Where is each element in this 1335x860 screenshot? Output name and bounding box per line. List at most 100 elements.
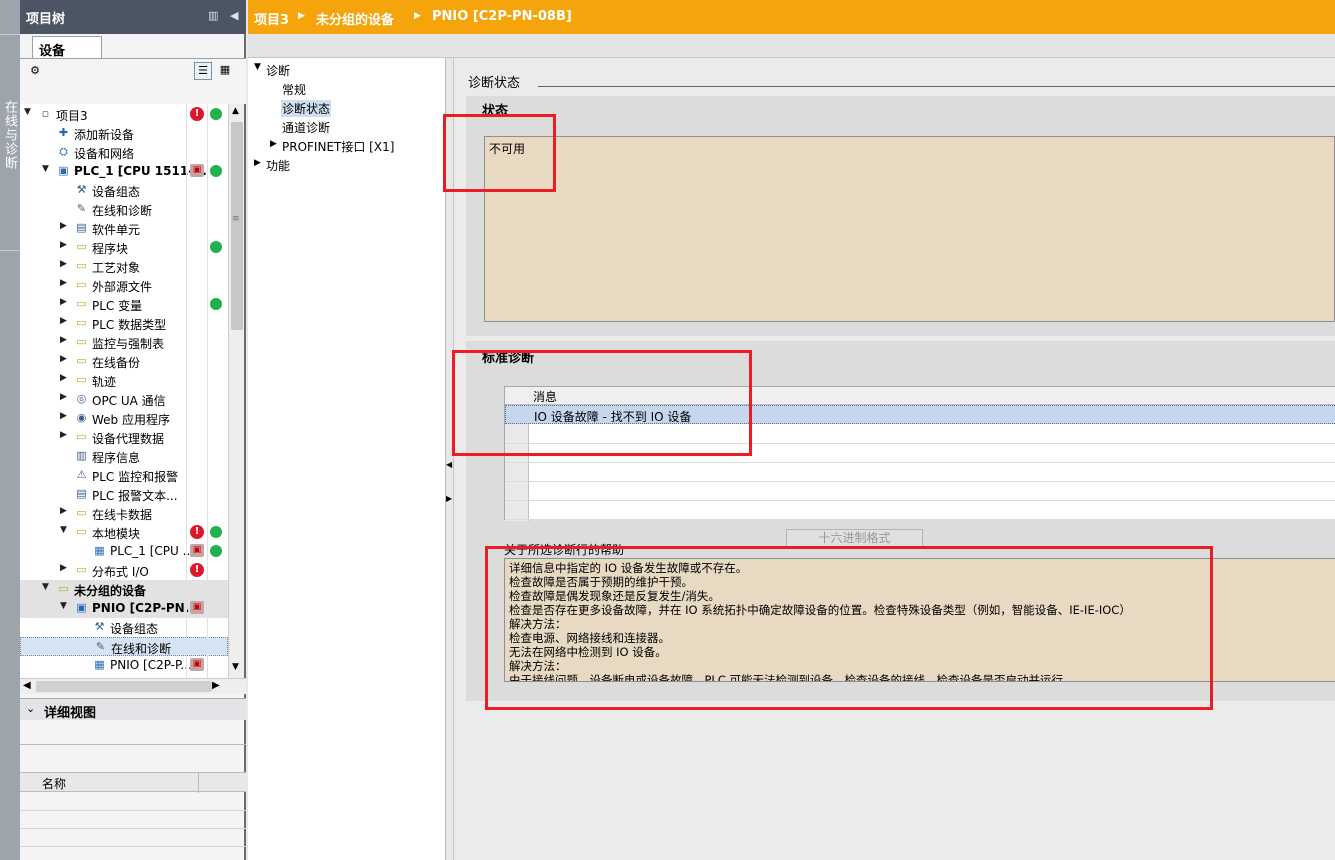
- scroll-up-icon[interactable]: ▲: [232, 106, 239, 116]
- nav-profinet[interactable]: PROFINET接口 [X1]: [282, 138, 394, 155]
- chevron-down-icon[interactable]: ▼: [60, 525, 67, 535]
- chevron-right-icon[interactable]: ▶: [60, 221, 67, 231]
- tree-item[interactable]: ▶ ▭ 工艺对象: [20, 257, 228, 276]
- project-tree-header: 项目树 ▥ ◀: [20, 0, 246, 34]
- folder-icon: ▭: [76, 506, 87, 519]
- tab-devices[interactable]: 设备: [32, 36, 102, 59]
- chevron-right-icon[interactable]: ▶: [60, 297, 67, 307]
- table-row[interactable]: [505, 463, 1335, 482]
- nav-diagnostics[interactable]: 诊断: [266, 62, 290, 79]
- ok-status-icon: [210, 526, 222, 538]
- scroll-left-icon[interactable]: ◀: [23, 680, 31, 691]
- tree-item[interactable]: ▼ ▫ 项目3!: [20, 105, 228, 124]
- chevron-down-icon[interactable]: ▼: [254, 62, 261, 72]
- tree-item[interactable]: ▼ ▣ PLC_1 [CPU 1511-... ▣: [20, 162, 228, 181]
- tree-item[interactable]: ▶ ▭ 分布式 I/O!: [20, 561, 228, 580]
- diagnostics-nav: ▼ 诊断 常规 诊断状态 通道诊断 ▶ PROFINET接口 [X1] ▶ 功能: [248, 58, 446, 860]
- chevron-right-icon[interactable]: ▶: [60, 240, 67, 250]
- tree-item-label: 设备代理数据: [92, 432, 165, 446]
- detail-view-header[interactable]: ⌄ 详细视图: [20, 698, 246, 721]
- tree-view-icon[interactable]: ▦: [216, 62, 234, 80]
- tree-item[interactable]: ▼ ▣ PNIO [C2P-PN... ▣: [20, 599, 228, 618]
- collapse-panel-icon[interactable]: ◀: [230, 9, 238, 22]
- side-strip: 在线与诊断: [0, 0, 20, 860]
- tree-item[interactable]: ▶ ▭ 监控与强制表: [20, 333, 228, 352]
- breadcrumb-device[interactable]: PNIO [C2P-PN-08B]: [432, 9, 572, 24]
- chevron-right-icon[interactable]: ▶: [60, 316, 67, 326]
- tree-item[interactable]: ▦ PLC_1 [CPU ... ▣: [20, 542, 228, 561]
- tree-item[interactable]: ▶ ▭ 轨迹: [20, 371, 228, 390]
- add-device-icon: ✚: [58, 126, 69, 139]
- detail-view-toolbar: [20, 744, 246, 772]
- nav-channel-diag[interactable]: 通道诊断: [282, 119, 330, 136]
- project-tree-title: 项目树: [26, 12, 66, 27]
- chevron-right-icon[interactable]: ▶: [60, 335, 67, 345]
- panel-layout-icon[interactable]: ▥: [208, 9, 218, 22]
- nav-functions[interactable]: 功能: [266, 157, 290, 174]
- scroll-down-icon[interactable]: ▼: [232, 662, 239, 672]
- chevron-down-icon[interactable]: ▼: [42, 164, 49, 174]
- table-row[interactable]: [505, 482, 1335, 501]
- chevron-right-icon[interactable]: ▶: [60, 430, 67, 440]
- tree-item[interactable]: ▶ ▭ PLC 数据类型: [20, 314, 228, 333]
- tree-item[interactable]: ✎ 在线和诊断: [20, 200, 228, 219]
- scroll-thumb[interactable]: [231, 122, 243, 330]
- chevron-right-icon[interactable]: ▶: [60, 373, 67, 383]
- breadcrumb-project[interactable]: 项目3: [254, 9, 289, 28]
- hscroll-thumb[interactable]: [36, 681, 212, 692]
- tree-item[interactable]: ▼ ▭ 未分组的设备: [20, 580, 228, 599]
- breadcrumb-group[interactable]: 未分组的设备: [316, 9, 394, 28]
- tree-vertical-scrollbar[interactable]: ▲ ≡ ▼: [228, 104, 244, 678]
- chevron-right-icon[interactable]: ▶: [60, 259, 67, 269]
- tree-item[interactable]: ▶ ▭ 在线卡数据: [20, 504, 228, 523]
- tree-horizontal-scrollbar[interactable]: ◀ ▶: [20, 678, 246, 694]
- tree-item[interactable]: ▶ ▤ 软件单元: [20, 219, 228, 238]
- tree-settings-icon[interactable]: ⚙: [26, 63, 44, 81]
- tree-item[interactable]: ▶ ▭ PLC 变量: [20, 295, 228, 314]
- tree-item[interactable]: ✚ 添加新设备: [20, 124, 228, 143]
- collapse-left-icon[interactable]: ◀: [446, 460, 452, 469]
- breadcrumb-separator-icon: ▶: [414, 11, 421, 21]
- chevron-right-icon[interactable]: ▶: [270, 139, 277, 149]
- scroll-right-icon[interactable]: ▶: [212, 680, 220, 691]
- ungrouped-icon: ▭: [58, 582, 69, 595]
- nav-general[interactable]: 常规: [282, 81, 306, 98]
- tree-item[interactable]: ▦ PNIO [C2P-P... ▣: [20, 656, 228, 675]
- nav-diag-status[interactable]: 诊断状态: [281, 100, 332, 117]
- tree-item[interactable]: ⚠ PLC 监控和报警: [20, 466, 228, 485]
- tree-item[interactable]: ▶ ◎ OPC UA 通信: [20, 390, 228, 409]
- tree-item[interactable]: ▤ PLC 报警文本...: [20, 485, 228, 504]
- chevron-down-icon[interactable]: ▼: [24, 107, 31, 117]
- tree-item[interactable]: ⚒ 设备组态: [20, 618, 228, 637]
- chevron-down-icon[interactable]: ⌄: [26, 702, 35, 715]
- tree-item[interactable]: ▶ ▭ 外部源文件: [20, 276, 228, 295]
- tree-item[interactable]: ▶ ▭ 设备代理数据: [20, 428, 228, 447]
- chevron-right-icon[interactable]: ▶: [60, 411, 67, 421]
- tree-item[interactable]: ▥ 程序信息: [20, 447, 228, 466]
- tree-item[interactable]: ✎ 在线和诊断: [20, 637, 228, 656]
- chevron-right-icon[interactable]: ▶: [60, 278, 67, 288]
- tree-item[interactable]: ⚒ 设备组态: [20, 181, 228, 200]
- tree-item[interactable]: ▶ ▭ 程序块: [20, 238, 228, 257]
- tree-item[interactable]: ⛭ 设备和网络: [20, 143, 228, 162]
- chevron-right-icon[interactable]: ▶: [60, 392, 67, 402]
- online-diag-strip-label[interactable]: 在线与诊断: [1, 100, 19, 170]
- folder-icon: ▭: [76, 335, 87, 348]
- tree-item[interactable]: ▶ ◉ Web 应用程序: [20, 409, 228, 428]
- chevron-right-icon[interactable]: ▶: [60, 354, 67, 364]
- chevron-right-icon[interactable]: ▶: [254, 158, 261, 168]
- chevron-right-icon[interactable]: ▶: [60, 506, 67, 516]
- tree-item[interactable]: ▼ ▭ 本地模块!: [20, 523, 228, 542]
- alarm-icon: ⚠: [76, 468, 87, 481]
- table-row[interactable]: [505, 501, 1335, 520]
- list-view-icon[interactable]: ☰: [194, 62, 212, 80]
- tree-item-label: 添加新设备: [74, 128, 135, 142]
- tree-item[interactable]: ▶ ▭ 在线备份: [20, 352, 228, 371]
- chevron-down-icon[interactable]: ▼: [42, 582, 49, 592]
- expand-right-icon[interactable]: ▶: [446, 494, 452, 503]
- chevron-right-icon[interactable]: ▶: [60, 563, 67, 573]
- detail-name-column-header[interactable]: 名称: [20, 772, 246, 793]
- project-icon: ▫: [41, 107, 50, 120]
- chevron-down-icon[interactable]: ▼: [60, 601, 67, 611]
- tree-item-label: PLC 报警文本...: [92, 489, 178, 503]
